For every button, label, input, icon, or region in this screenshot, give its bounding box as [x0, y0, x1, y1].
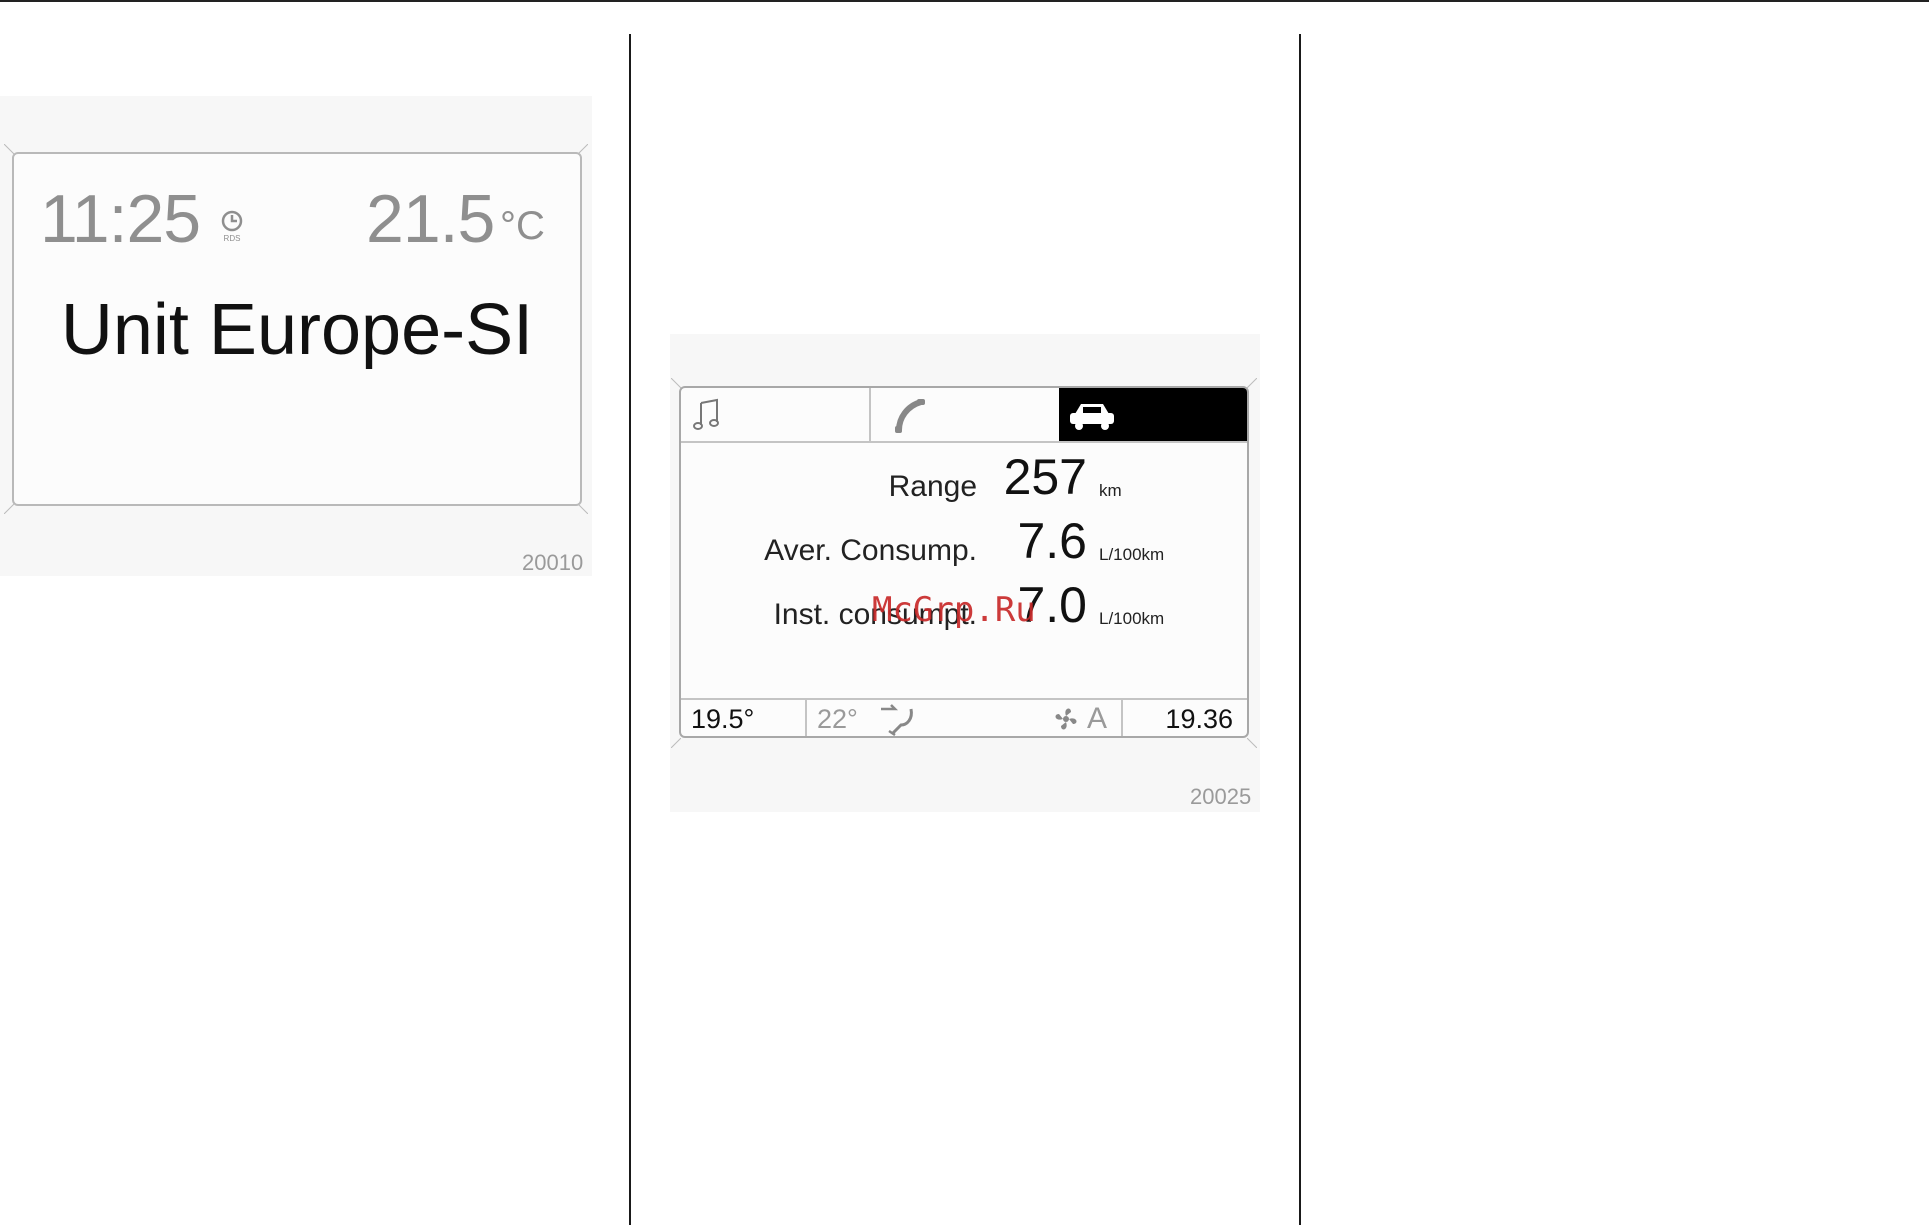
row-unit: L/100km: [1099, 609, 1165, 628]
corner-mark: [4, 144, 14, 154]
left-temperature: 19.5°: [691, 704, 755, 734]
corner-mark: [671, 378, 681, 388]
music-note-icon: [693, 398, 719, 430]
watermark-text: McGrp.Ru: [872, 590, 1036, 630]
clock-readout: 11:25: [40, 181, 201, 257]
status-divider: [1121, 700, 1123, 736]
corner-mark: [578, 504, 588, 514]
clock-rds-icon: RDS: [221, 210, 243, 243]
corner-mark: [1247, 738, 1257, 748]
row-label: Aver. Consump.: [764, 534, 977, 567]
column-divider-right: [1299, 34, 1301, 1225]
tab-audio[interactable]: [681, 388, 871, 441]
menu-tabs: [681, 388, 1247, 443]
figure-unit-setting: 11:25 RDS 21.5 °C Unit Europe-SI 20010: [0, 96, 592, 576]
row-value: 7.6: [1017, 513, 1087, 569]
clock-icon-caption: RDS: [224, 234, 241, 243]
display-screen: Range 257 km Aver. Consump. 7.6 L/100km …: [679, 386, 1249, 738]
figure-code: 20025: [1190, 784, 1252, 809]
auto-mode-label: A: [1087, 702, 1108, 735]
display-screen: 11:25 RDS 21.5 °C Unit Europe-SI: [12, 152, 582, 506]
set-temperature: 22°: [817, 704, 858, 734]
status-divider: [805, 700, 807, 736]
column-divider-left: [629, 34, 631, 1225]
climate-status-bar: 19.5° 22° A 19.36: [681, 698, 1247, 736]
fan-icon: [1055, 708, 1077, 730]
air-distribution-icon: [881, 704, 913, 736]
list-item-average-consumption: Aver. Consump. 7.6 L/100km: [681, 508, 1247, 572]
row-unit: L/100km: [1099, 545, 1165, 564]
row-value: 257: [1003, 449, 1087, 505]
row-label: Range: [888, 470, 977, 503]
figure-trip-computer: Range 257 km Aver. Consump. 7.6 L/100km …: [670, 334, 1260, 812]
corner-mark: [671, 738, 681, 748]
list-item-range: Range 257 km: [681, 444, 1247, 508]
status-clock: 19.36: [1165, 704, 1233, 734]
corner-mark: [1247, 378, 1257, 388]
temperature-unit: °C: [500, 204, 545, 248]
top-rule: [0, 0, 1929, 2]
car-icon: [1070, 404, 1114, 430]
corner-mark: [4, 504, 14, 514]
tab-vehicle[interactable]: [1059, 388, 1247, 441]
phone-icon: [895, 399, 925, 433]
unit-setting-text: Unit Europe-SI: [60, 290, 534, 370]
figure-code: 20010: [522, 550, 584, 575]
tab-phone[interactable]: [871, 388, 1059, 441]
outside-temperature: 21.5: [366, 181, 495, 257]
row-unit: km: [1099, 481, 1122, 500]
